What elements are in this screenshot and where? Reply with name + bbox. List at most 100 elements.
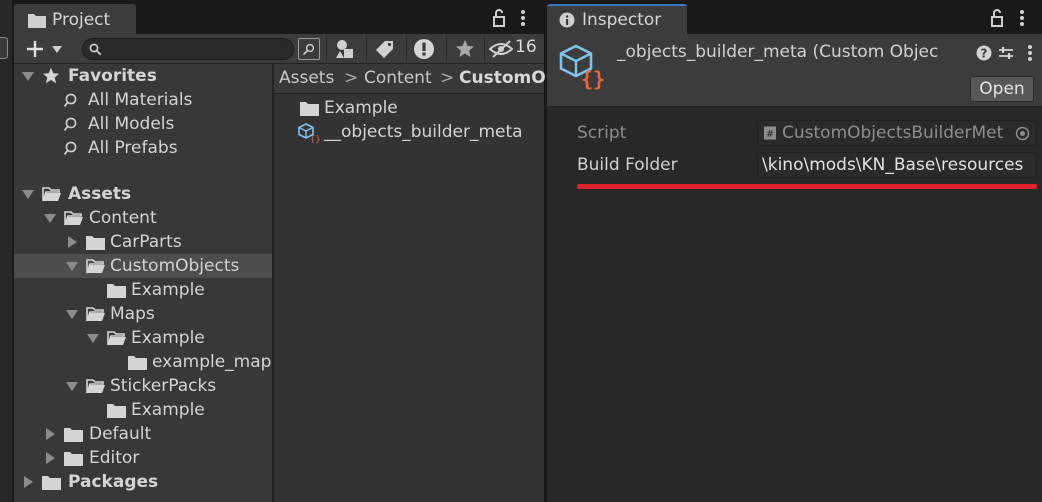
folder-icon	[86, 236, 105, 250]
search-input[interactable]	[82, 38, 294, 60]
tree-label: Favorites	[68, 66, 157, 86]
tree-label: Maps	[110, 304, 155, 324]
script-field: # CustomObjectsBuilderMet	[757, 120, 1037, 146]
expand-arrow-icon[interactable]	[22, 70, 34, 82]
filter-by-label-button[interactable]	[366, 36, 400, 62]
favorites-filter-button[interactable]	[446, 36, 480, 62]
script-field-value: CustomObjectsBuilderMet	[782, 123, 1004, 143]
breadcrumb-separator: >	[440, 68, 455, 88]
folder-open-icon	[107, 331, 126, 346]
search-mode-button[interactable]	[298, 38, 320, 60]
expand-arrow-icon[interactable]	[66, 380, 78, 392]
folder-icon	[64, 452, 83, 466]
expand-arrow-icon[interactable]	[87, 332, 99, 344]
breadcrumb: Assets > Content > CustomO	[274, 64, 546, 94]
tree-label: All Materials	[88, 90, 193, 110]
tree-item-example-map[interactable]: example_map	[14, 350, 272, 374]
breadcrumb-content[interactable]: Content	[364, 68, 432, 88]
warning-icon	[414, 39, 434, 59]
inspector-header: {} _objects_builder_meta (Custom Objec ?…	[547, 34, 1042, 107]
svg-text:#: #	[766, 129, 774, 140]
tree-item-customobjects[interactable]: CustomObjects	[14, 254, 272, 278]
tree-item-maps-example[interactable]: Example	[14, 326, 272, 350]
tree-item-assets[interactable]: Assets	[14, 182, 272, 206]
expand-arrow-icon[interactable]	[44, 212, 56, 224]
collapse-arrow-icon[interactable]	[44, 452, 56, 464]
tree-label: Packages	[68, 472, 159, 492]
left-dock-sliver	[0, 0, 12, 502]
list-item-label: __objects_builder_meta	[324, 122, 523, 142]
asset-file-icon: {}	[559, 44, 605, 90]
build-folder-value: \kino\mods\KN_Base\resources	[762, 155, 1024, 175]
collapse-arrow-icon[interactable]	[44, 428, 56, 440]
help-icon[interactable]: ?	[976, 45, 992, 61]
folder-icon	[107, 284, 126, 298]
build-folder-input[interactable]: \kino\mods\KN_Base\resources	[757, 152, 1037, 178]
folder-icon	[128, 356, 147, 370]
build-folder-label: Build Folder	[577, 155, 678, 175]
project-tab-label: Project	[52, 10, 111, 30]
tree-item-packages[interactable]: Packages	[14, 470, 272, 494]
log-toggle-button[interactable]	[406, 36, 440, 62]
open-button[interactable]: Open	[970, 76, 1034, 102]
inspector-panel: Inspector {} _objects_builder_meta (Cust…	[547, 0, 1042, 502]
tree-item-favorites[interactable]: Favorites	[14, 64, 272, 88]
project-toolbar: 16	[14, 34, 544, 64]
tab-project[interactable]: Project	[14, 4, 136, 34]
expand-arrow-icon[interactable]	[22, 188, 34, 200]
tree-item-maps[interactable]: Maps	[14, 302, 272, 326]
shapes-icon	[336, 40, 353, 58]
folder-open-icon	[86, 307, 105, 322]
hidden-packages-button[interactable]: 16	[484, 36, 544, 62]
tree-label: Example	[131, 328, 205, 348]
breadcrumb-assets[interactable]: Assets	[279, 68, 334, 88]
tree-label: Example	[131, 400, 205, 420]
kebab-menu-icon[interactable]	[520, 9, 526, 27]
tree-item-default[interactable]: Default	[14, 422, 272, 446]
create-dropdown-button[interactable]	[24, 38, 66, 60]
folder-icon	[64, 428, 83, 442]
object-picker-icon[interactable]	[1015, 126, 1030, 141]
tree-item-carparts[interactable]: CarParts	[14, 230, 272, 254]
tree-label: Example	[131, 280, 205, 300]
inspector-tab-label: Inspector	[582, 10, 662, 30]
tree-item-stickerpacks-example[interactable]: Example	[14, 398, 272, 422]
collapse-arrow-icon[interactable]	[66, 236, 78, 248]
script-field-label: Script	[577, 123, 627, 143]
collapse-arrow-icon[interactable]	[22, 476, 34, 488]
info-icon	[559, 12, 575, 28]
tree-label: example_map	[152, 352, 272, 372]
kebab-menu-icon[interactable]	[1027, 44, 1033, 62]
kebab-menu-icon[interactable]	[1019, 9, 1025, 27]
folder-open-icon	[64, 211, 83, 226]
list-item[interactable]: {} __objects_builder_meta	[274, 120, 544, 144]
tree-item-customobjects-example[interactable]: Example	[14, 278, 272, 302]
folder-icon	[42, 476, 61, 490]
lock-icon[interactable]	[492, 9, 506, 27]
list-item[interactable]: Example	[274, 96, 544, 120]
search-icon	[89, 43, 102, 56]
project-panel: Project 16 Favorites All Materials All M…	[14, 0, 546, 502]
tree-item-content[interactable]: Content	[14, 206, 272, 230]
expand-arrow-icon[interactable]	[66, 308, 78, 320]
asset-list-pane: Assets > Content > CustomO Example {} __…	[274, 64, 546, 502]
tree-item-all-prefabs[interactable]: All Prefabs	[14, 136, 272, 160]
svg-text:?: ?	[981, 47, 988, 61]
filter-by-type-button[interactable]	[326, 36, 360, 62]
folder-open-icon	[86, 259, 105, 274]
settings-icon[interactable]	[998, 45, 1014, 61]
expand-arrow-icon[interactable]	[66, 260, 78, 272]
tree-item-editor[interactable]: Editor	[14, 446, 272, 470]
tree-item-all-models[interactable]: All Models	[14, 112, 272, 136]
tree-label: Assets	[68, 184, 132, 204]
plus-icon	[27, 41, 43, 57]
tree-item-all-materials[interactable]: All Materials	[14, 88, 272, 112]
lock-icon[interactable]	[990, 9, 1004, 27]
tree-label: StickerPacks	[110, 376, 217, 396]
left-dock-button[interactable]	[0, 37, 8, 59]
tab-inspector[interactable]: Inspector	[547, 4, 687, 34]
breadcrumb-customobjects[interactable]: CustomO	[459, 68, 546, 88]
script-file-icon: #	[764, 126, 776, 140]
search-icon	[64, 93, 77, 107]
tree-item-stickerpacks[interactable]: StickerPacks	[14, 374, 272, 398]
